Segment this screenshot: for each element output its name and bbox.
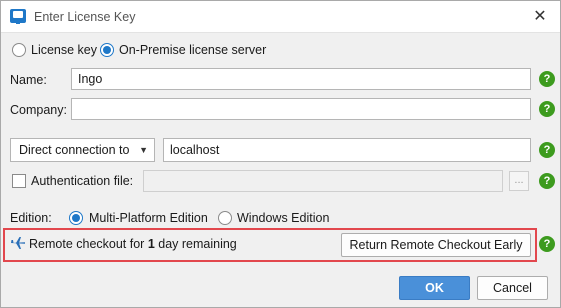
help-icon-name[interactable]: ?	[539, 71, 555, 87]
title-bar: Enter License Key ✕	[1, 1, 560, 33]
multi-platform-edition-radio[interactable]	[69, 211, 83, 225]
chevron-down-icon: ▼	[139, 145, 148, 155]
ok-button[interactable]: OK	[399, 276, 470, 300]
remote-checkout-status: Remote checkout for 1 day remaining	[29, 237, 237, 251]
multi-platform-edition-label: Multi-Platform Edition	[89, 211, 208, 225]
company-label: Company:	[10, 103, 67, 117]
help-icon-connection[interactable]: ?	[539, 142, 555, 158]
windows-edition-label: Windows Edition	[237, 211, 330, 225]
connection-mode-select[interactable]: Direct connection to ▼	[10, 138, 155, 162]
remote-checkout-prefix: Remote checkout for	[29, 237, 148, 251]
remote-checkout-days: 1	[147, 237, 155, 251]
cancel-button[interactable]: Cancel	[477, 276, 548, 300]
remote-checkout-suffix: day remaining	[154, 237, 237, 251]
name-label: Name:	[10, 73, 47, 87]
browse-button[interactable]: ...	[509, 171, 529, 191]
on-premise-server-radio[interactable]	[100, 43, 114, 57]
return-remote-checkout-button[interactable]: Return Remote Checkout Early	[341, 233, 531, 257]
name-field[interactable]: Ingo	[71, 68, 531, 90]
help-icon-company[interactable]: ?	[539, 101, 555, 117]
close-icon[interactable]: ✕	[530, 7, 550, 27]
connection-mode-value: Direct connection to	[19, 143, 130, 157]
windows-edition-radio[interactable]	[218, 211, 232, 225]
window-title: Enter License Key	[34, 10, 136, 24]
license-key-radio[interactable]	[12, 43, 26, 57]
authentication-file-checkbox[interactable]	[12, 174, 26, 188]
license-dialog: Enter License Key ✕ License key On-Premi…	[0, 0, 561, 308]
company-field[interactable]	[71, 98, 531, 120]
monitor-icon	[10, 9, 26, 24]
authentication-file-label: Authentication file:	[31, 174, 134, 188]
airplane-icon	[11, 237, 25, 249]
authentication-file-field[interactable]	[143, 170, 503, 192]
help-icon-remote-checkout[interactable]: ?	[539, 236, 555, 252]
license-key-label: License key	[31, 43, 98, 57]
edition-label: Edition:	[10, 211, 52, 225]
host-field[interactable]: localhost	[163, 138, 531, 162]
help-icon-auth[interactable]: ?	[539, 173, 555, 189]
on-premise-server-label: On-Premise license server	[119, 43, 267, 57]
